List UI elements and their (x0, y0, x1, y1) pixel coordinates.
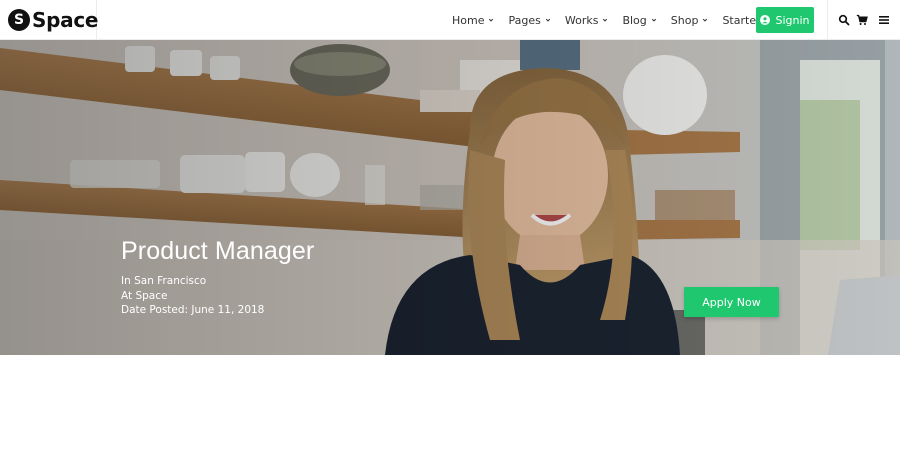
job-company: At Space (121, 290, 168, 302)
main-menu: Home Pages Works Blog Shop Starter (452, 0, 775, 40)
chevron-down-icon (489, 18, 494, 22)
cart-icon[interactable] (856, 14, 868, 26)
hero-banner: Product Manager In San Francisco At Spac… (0, 40, 900, 355)
nav-item-label: Pages (508, 13, 541, 27)
brand-logo[interactable]: S Space (0, 0, 99, 40)
nav-item-starter[interactable]: Starter (722, 14, 760, 27)
signin-label: Signin (775, 13, 810, 27)
nav-item-label: Blog (622, 13, 647, 27)
job-location: In San Francisco (121, 275, 207, 287)
chevron-down-icon (651, 18, 656, 22)
chevron-down-icon (703, 18, 708, 22)
menu-icon[interactable] (878, 14, 890, 26)
nav-item-label: Works (564, 13, 599, 27)
search-icon[interactable] (838, 14, 850, 26)
nav-item-blog[interactable]: Blog (622, 14, 656, 27)
apply-now-button[interactable]: Apply Now (684, 287, 779, 317)
top-navbar: S Space Home Pages Works Blog Shop Start… (0, 0, 900, 40)
nav-item-works[interactable]: Works (565, 14, 609, 27)
navbar-divider (827, 0, 828, 40)
nav-item-shop[interactable]: Shop (671, 14, 709, 27)
nav-item-home[interactable]: Home (452, 14, 494, 27)
nav-item-pages[interactable]: Pages (508, 14, 550, 27)
user-circle-icon (760, 15, 771, 25)
nav-item-label: Starter (722, 13, 761, 27)
logo-badge: S (8, 9, 30, 31)
nav-item-label: Home (452, 13, 485, 27)
signin-button[interactable]: Signin (756, 7, 814, 33)
chevron-down-icon (545, 18, 550, 22)
chevron-down-icon (603, 18, 608, 22)
job-title: Product Manager (121, 237, 315, 265)
nav-item-label: Shop (670, 13, 699, 27)
logo-text: Space (32, 8, 99, 32)
job-date-posted: Date Posted: June 11, 2018 (121, 304, 265, 316)
